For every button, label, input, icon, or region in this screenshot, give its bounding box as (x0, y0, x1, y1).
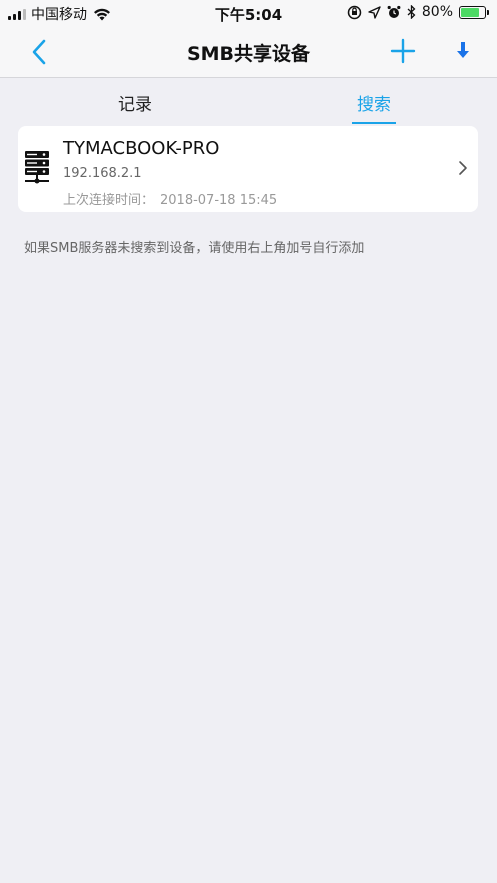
status-right: 80% (347, 4, 489, 20)
battery-icon (459, 5, 489, 19)
last-connection-value: 2018-07-18 15:45 (160, 193, 278, 208)
rotation-lock-icon (347, 5, 362, 19)
device-row[interactable]: TYMACBOOK-PRO 192.168.2.1 上次连接时间： 2018-07… (18, 126, 478, 212)
hint-text: 如果SMB服务器未搜索到设备，请使用右上角加号自行添加 (24, 241, 365, 256)
location-icon (368, 5, 381, 19)
page-title: SMB共享设备 (186, 43, 311, 65)
bluetooth-icon (407, 5, 416, 19)
status-bar: 中国移动 下午5:04 80% (0, 0, 497, 26)
last-connection-label: 上次连接时间： (63, 193, 155, 208)
download-icon[interactable] (452, 39, 474, 63)
battery-percent: 80% (421, 4, 453, 20)
tab-indicator (352, 122, 396, 124)
tab-search[interactable]: 搜索 (357, 90, 391, 115)
device-ip: 192.168.2.1 (63, 166, 142, 181)
nav-bar: SMB共享设备 (0, 26, 497, 78)
last-connection: 上次连接时间： 2018-07-18 15:45 (63, 189, 277, 208)
tab-bar: 记录 搜索 (0, 78, 497, 126)
alarm-icon (387, 5, 401, 18)
chevron-right-icon (459, 161, 467, 175)
server-icon (25, 151, 49, 184)
tab-records[interactable]: 记录 (118, 90, 152, 115)
device-name: TYMACBOOK-PRO (63, 138, 220, 159)
add-icon[interactable] (390, 38, 416, 64)
